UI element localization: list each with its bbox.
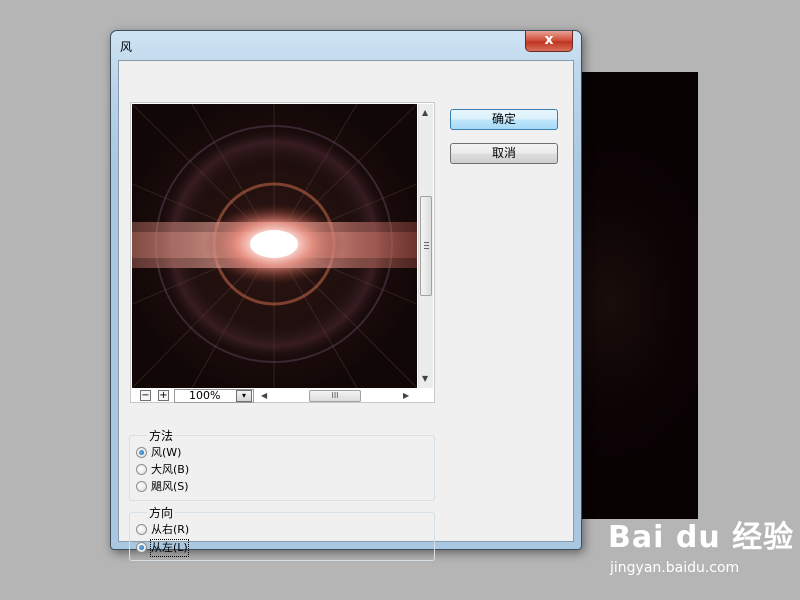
preview-vertical-scrollbar[interactable]: ▲ ▼ — [418, 104, 433, 388]
radio-label: 飓风(S) — [151, 480, 189, 493]
lens-flare-graphic — [132, 104, 417, 388]
direction-group: 方向 从右(R) 从左(L) — [129, 504, 435, 561]
cancel-button[interactable]: 取消 — [450, 143, 558, 164]
filter-preview-image[interactable] — [132, 104, 417, 388]
zoom-dropdown-icon[interactable]: ▾ — [236, 390, 252, 402]
scroll-left-arrow-icon[interactable]: ◀ — [261, 391, 267, 400]
radio-button[interactable] — [136, 481, 147, 492]
radio-button[interactable] — [136, 464, 147, 475]
watermark-url: jingyan.baidu.com — [610, 560, 740, 576]
ok-button[interactable]: 确定 — [450, 109, 558, 130]
zoom-level-text: 100% — [189, 389, 221, 402]
radio-label: 从左(L) — [150, 539, 189, 557]
close-button[interactable]: x — [525, 31, 573, 52]
zoom-in-button[interactable]: + — [158, 390, 169, 401]
method-group-title: 方法 — [147, 427, 176, 444]
radio-label: 从右(R) — [151, 523, 190, 536]
scroll-up-arrow-icon[interactable]: ▲ — [422, 108, 428, 117]
direction-group-title: 方向 — [147, 504, 176, 521]
preview-panel: ▲ ▼ − + 100% ▾ ◀ III ▶ — [130, 102, 435, 403]
scroll-right-arrow-icon[interactable]: ▶ — [403, 391, 409, 400]
dialog-client-area: ▲ ▼ − + 100% ▾ ◀ III ▶ 确定 取消 方法 风(W) 大风(… — [118, 60, 574, 561]
radio-label: 大风(B) — [151, 463, 190, 476]
window-title: 风 — [120, 40, 133, 54]
radio-button-checked[interactable] — [136, 542, 147, 553]
scroll-down-arrow-icon[interactable]: ▼ — [422, 374, 428, 383]
vertical-scroll-thumb[interactable] — [420, 196, 432, 296]
method-group: 方法 风(W) 大风(B) 飓风(S) — [129, 427, 435, 501]
baidu-logo: Bai du 经验 — [608, 520, 795, 555]
radio-label: 风(W) — [151, 446, 182, 459]
horizontal-scroll-thumb[interactable]: III — [309, 390, 361, 402]
preview-horizontal-scrollbar[interactable]: ◀ III ▶ — [259, 389, 413, 403]
background-canvas — [580, 72, 698, 519]
radio-button-checked[interactable] — [136, 447, 147, 458]
radio-button[interactable] — [136, 524, 147, 535]
wind-filter-dialog: 风 x ▲ ▼ − + 100% ▾ ◀ III ▶ 确定 取消 方法 风(W)… — [110, 30, 582, 561]
zoom-out-button[interactable]: − — [140, 390, 151, 401]
zoom-controls: − + 100% ▾ ◀ III ▶ — [132, 389, 434, 403]
